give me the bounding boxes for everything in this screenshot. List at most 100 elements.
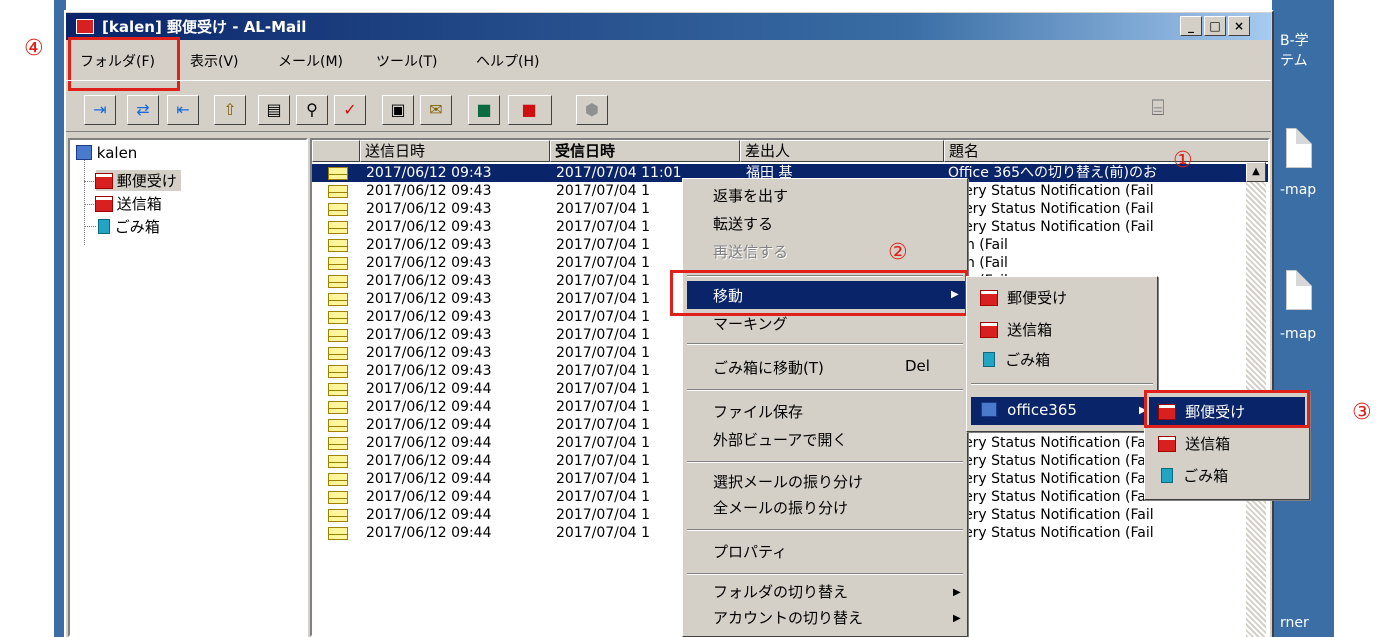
search-icon[interactable]: ⚲	[296, 95, 328, 125]
maximize-button[interactable]: □	[1204, 16, 1226, 36]
submenu-item-inbox[interactable]: 郵便受け	[981, 287, 1067, 308]
menu-item-forward[interactable]: 転送する	[713, 213, 773, 234]
compose-icon[interactable]: ✉	[420, 95, 452, 125]
desktop-label[interactable]: B-学	[1280, 30, 1309, 50]
menu-tools[interactable]: ツール(T)	[376, 51, 437, 71]
cell-sent: 2017/06/12 09:44	[366, 381, 492, 397]
menu-item-reply[interactable]: 返事を出す	[713, 185, 788, 206]
menu-item-properties[interactable]: プロパティ	[713, 541, 787, 562]
envelope-icon	[328, 383, 348, 396]
desktop-label[interactable]: -map	[1280, 326, 1316, 342]
cell-subject: livery Status Notification (Fail	[948, 507, 1154, 523]
menu-separator	[687, 529, 963, 531]
cell-sent: 2017/06/12 09:44	[366, 417, 492, 433]
menu-item-sort-all[interactable]: 全メールの振り分け	[713, 497, 848, 518]
annotation-2: ②	[888, 240, 908, 265]
submenu-item-outbox[interactable]: 送信箱	[1159, 433, 1230, 454]
mailbox-icon	[96, 174, 112, 188]
close-button[interactable]: ×	[1228, 16, 1250, 36]
trash-icon	[983, 352, 995, 367]
send-receive-icon[interactable]: ⇄	[127, 95, 159, 125]
tree-account[interactable]: kalen	[76, 144, 137, 162]
column-header-from[interactable]: 差出人	[740, 140, 944, 162]
desktop-label[interactable]: rner	[1280, 615, 1309, 631]
menu-item-resend[interactable]: 再送信する	[713, 241, 788, 262]
shortcut-del: Del	[905, 357, 930, 375]
account-icon	[76, 145, 92, 160]
tree-folder-outbox[interactable]: 送信箱	[96, 193, 162, 214]
envelope-icon	[328, 167, 348, 180]
submenu-item-outbox[interactable]: 送信箱	[981, 319, 1052, 340]
envelope-icon	[328, 527, 348, 540]
stop-icon[interactable]: ⬢	[576, 95, 608, 125]
column-header-sent[interactable]: 送信日時	[360, 140, 550, 162]
trash-icon	[1161, 468, 1173, 483]
menu-item-switch-account[interactable]: アカウントの切り替え	[713, 607, 863, 628]
cell-sent: 2017/06/12 09:43	[366, 219, 492, 235]
check-icon[interactable]: ✓	[334, 95, 366, 125]
menu-item-sort-selected[interactable]: 選択メールの振り分け	[713, 471, 863, 492]
menu-item-marking[interactable]: マーキング	[713, 313, 788, 334]
tree-connector	[84, 160, 85, 245]
menu-help[interactable]: ヘルプ(H)	[476, 51, 539, 71]
submenu-arrow-icon: ▶	[953, 613, 961, 624]
envelope-icon	[328, 455, 348, 468]
send-icon[interactable]: ⇤	[167, 95, 199, 125]
address-book-icon[interactable]: ▤	[258, 95, 290, 125]
cell-subject: livery Status Notification (Fail	[948, 183, 1154, 199]
menu-item-open-external[interactable]: 外部ビューアで開く	[713, 429, 847, 450]
annotation-1: ①	[1173, 148, 1193, 173]
title-bar[interactable]: [kalen] 郵便受け - AL-Mail	[66, 13, 1271, 40]
desktop-label[interactable]: テム	[1280, 50, 1308, 70]
trash-icon	[98, 219, 110, 234]
submenu-item-office365[interactable]: office365	[981, 401, 1077, 419]
cell-sent: 2017/06/12 09:43	[366, 273, 492, 289]
submenu-item-label: 送信箱	[1185, 435, 1231, 453]
file-icon[interactable]	[1286, 270, 1312, 310]
minimize-button[interactable]: _	[1180, 16, 1202, 36]
submenu-item-label: ごみ箱	[1183, 467, 1229, 485]
cell-subject: livery Status Notification (Fail	[948, 525, 1154, 541]
tree-folder-label: ごみ箱	[114, 218, 160, 236]
menu-item-save-file[interactable]: ファイル保存	[713, 401, 803, 422]
envelope-icon	[328, 347, 348, 360]
submenu-item-trash[interactable]: ごみ箱	[1161, 465, 1228, 486]
submenu-item-trash[interactable]: ごみ箱	[983, 349, 1050, 370]
menu-item-switch-folder[interactable]: フォルダの切り替え	[713, 581, 848, 602]
menu-view[interactable]: 表示(V)	[190, 51, 239, 71]
cell-subject: tion (Fail	[948, 237, 1008, 253]
outbox-icon	[1159, 437, 1175, 451]
submenu-item-label: office365	[1007, 401, 1077, 419]
cell-sent: 2017/06/12 09:44	[366, 507, 492, 523]
menu-item-move-to-trash[interactable]: ごみ箱に移動(T)	[713, 357, 824, 378]
cell-sent: 2017/06/12 09:44	[366, 435, 492, 451]
scroll-up-button[interactable]: ▲	[1246, 162, 1266, 182]
cell-sent: 2017/06/12 09:44	[366, 399, 492, 415]
column-header-received[interactable]: 受信日時	[550, 140, 740, 162]
cell-sent: 2017/06/12 09:44	[366, 453, 492, 469]
tree-folder-inbox[interactable]: 郵便受け	[96, 170, 181, 191]
menu-mail[interactable]: メール(M)	[278, 51, 343, 71]
column-header-icon[interactable]	[312, 140, 360, 162]
file-icon[interactable]	[1286, 128, 1312, 168]
envelope-icon	[328, 185, 348, 198]
cell-sent: 2017/06/12 09:43	[366, 183, 492, 199]
server-icon[interactable]: ⌸	[1138, 95, 1188, 125]
receive-icon[interactable]: ⇥	[84, 95, 116, 125]
envelope-icon	[328, 275, 348, 288]
tree-folder-trash[interactable]: ごみ箱	[98, 216, 160, 237]
mailbox-icon[interactable]: ■	[508, 95, 552, 125]
menu-separator	[971, 383, 1153, 385]
annotation-4: ④	[24, 36, 44, 61]
cell-sent: 2017/06/12 09:44	[366, 525, 492, 541]
save-icon[interactable]: ▣	[382, 95, 414, 125]
up-folder-icon[interactable]: ⇧	[214, 95, 246, 125]
desktop-label[interactable]: -map	[1280, 182, 1316, 198]
delete-icon[interactable]: ■	[468, 95, 500, 125]
toolbar	[66, 80, 1271, 132]
desktop-right: B-学 テム -map -map rner	[1272, 0, 1334, 637]
tree-connector	[84, 204, 96, 205]
column-header-subject[interactable]: 題名	[944, 140, 1268, 162]
menu-separator	[687, 573, 963, 575]
envelope-icon	[328, 509, 348, 522]
